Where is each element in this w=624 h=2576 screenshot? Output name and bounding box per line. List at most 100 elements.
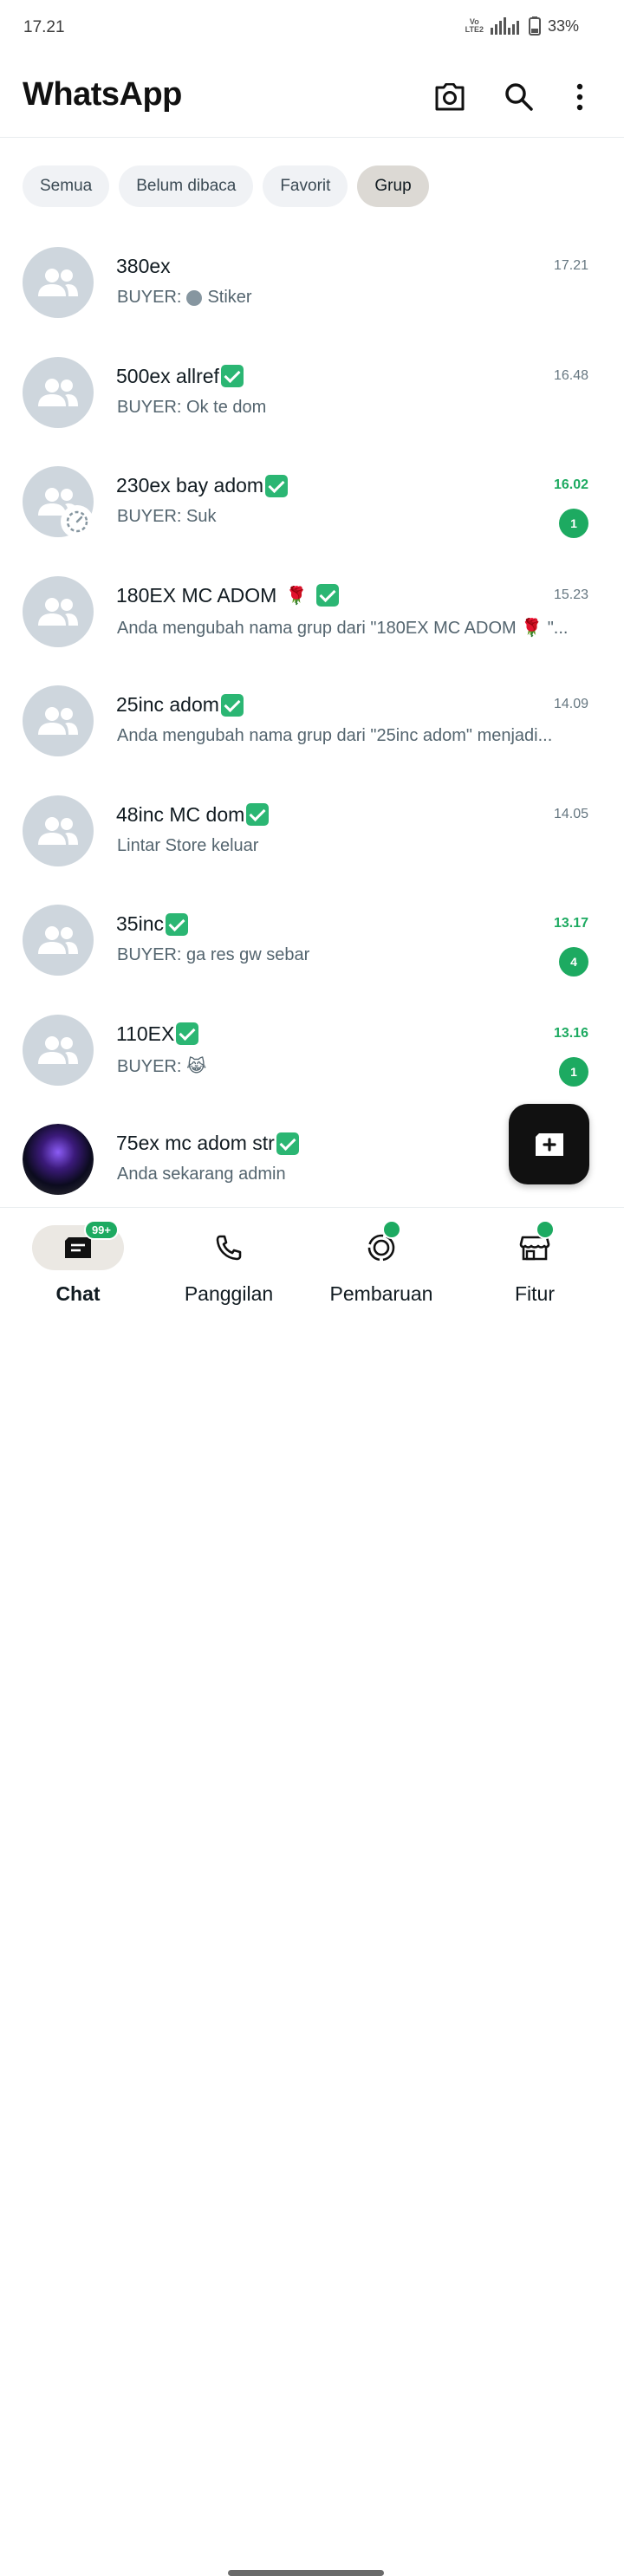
group-icon — [38, 926, 78, 954]
nav-chat-pill: 99+ — [32, 1220, 124, 1270]
group-icon — [38, 1035, 78, 1064]
chat-row[interactable]: 110EX BUYER: 😹 13.16 1 — [0, 995, 624, 1105]
group-icon — [38, 269, 78, 296]
group-icon — [38, 378, 78, 406]
unread-count-badge: 4 — [559, 947, 588, 977]
chat-time: 16.48 — [553, 367, 588, 383]
nav-chat-label: Chat — [55, 1282, 101, 1305]
sticker-icon — [186, 289, 203, 306]
filter-chip-grup[interactable]: Grup — [357, 165, 429, 207]
nav-calls-label: Panggilan — [184, 1282, 274, 1305]
verified-check-icon — [265, 474, 289, 497]
nav-features-label: Fitur — [515, 1282, 555, 1305]
bottom-navigation: 99+ Chat Panggilan Pembaruan Fitur — [0, 1207, 624, 2576]
chat-name: 180EX MC ADOM 🌹 — [116, 584, 340, 607]
chat-name: 500ex allref — [116, 365, 244, 388]
chat-row[interactable]: 48inc MC dom Lintar Store keluar 14.05 — [0, 775, 624, 886]
group-avatar[interactable] — [23, 685, 94, 756]
filter-chip-favorit[interactable]: Favorit — [263, 165, 348, 207]
chat-row[interactable]: 500ex allref BUYER: Ok te dom 16.48 — [0, 337, 624, 447]
chat-preview: BUYER: Suk — [117, 507, 217, 526]
chat-preview: Anda mengubah nama grup dari "180EX MC A… — [117, 618, 569, 638]
chat-preview: Anda mengubah nama grup dari "25inc adom… — [117, 726, 553, 745]
signal-icon — [490, 17, 519, 35]
chat-time: 15.23 — [553, 587, 588, 602]
chat-preview: BUYER: Ok te dom — [117, 397, 267, 417]
chat-sender: BUYER: — [117, 288, 182, 307]
nav-features[interactable]: Fitur — [457, 1208, 613, 1306]
nav-calls[interactable]: Panggilan — [151, 1208, 307, 1306]
filter-chips: Semua Belum dibaca Favorit Grup — [23, 165, 429, 207]
group-avatar[interactable] — [23, 795, 94, 866]
avatar-image — [23, 1124, 94, 1195]
chat-row[interactable]: 35inc BUYER: ga res gw sebar 13.17 4 — [0, 885, 624, 995]
chat-name: 35inc — [116, 912, 188, 936]
nav-calls-pill — [183, 1225, 275, 1270]
status-indicators: Vo LTE2 33% — [465, 16, 579, 36]
chat-time: 14.05 — [553, 806, 588, 821]
new-chat-button[interactable] — [509, 1104, 589, 1184]
battery-percent: 33% — [547, 16, 579, 35]
chat-preview: BUYER: ga res gw sebar — [117, 945, 310, 964]
more-vert-icon[interactable] — [561, 78, 599, 116]
nav-updates[interactable]: Pembaruan — [303, 1208, 459, 1306]
group-avatar[interactable] — [23, 1014, 94, 1086]
home-indicator[interactable] — [228, 2570, 384, 2576]
nav-chat[interactable]: 99+ Chat — [0, 1208, 156, 1306]
chat-time: 17.21 — [553, 258, 588, 273]
search-icon[interactable] — [500, 78, 538, 116]
group-icon — [38, 707, 78, 735]
network-label: Vo LTE2 — [465, 17, 484, 34]
unread-count-badge: 1 — [559, 1056, 588, 1087]
chat-row[interactable]: 230ex bay adom BUYER: Suk 16.02 1 — [0, 446, 624, 556]
chat-list: 380ex BUYER: Stiker 17.21 500ex allref B… — [0, 227, 624, 1206]
group-avatar[interactable] — [23, 247, 94, 318]
group-avatar[interactable] — [23, 356, 94, 428]
phone-icon — [216, 1235, 242, 1261]
profile-avatar[interactable] — [23, 1124, 94, 1195]
unread-count-badge: 1 — [559, 509, 588, 538]
chat-icon — [65, 1237, 91, 1258]
features-dot — [536, 1220, 555, 1239]
verified-check-icon — [176, 1022, 199, 1045]
verified-check-icon — [316, 584, 340, 607]
chat-unread-badge: 99+ — [83, 1220, 119, 1240]
chat-preview-text: Stiker — [207, 288, 252, 307]
verified-check-icon — [246, 803, 270, 826]
verified-check-icon — [276, 1132, 299, 1155]
chat-name: 75ex mc adom str — [116, 1132, 299, 1155]
chat-row[interactable]: 180EX MC ADOM 🌹 Anda mengubah nama grup … — [0, 556, 624, 666]
filter-chip-belum-dibaca[interactable]: Belum dibaca — [119, 165, 254, 207]
group-avatar[interactable] — [23, 905, 94, 976]
status-bar: 17.21 Vo LTE2 33% — [0, 0, 624, 55]
group-avatar[interactable] — [23, 575, 94, 647]
verified-check-icon — [165, 912, 188, 936]
battery-icon — [528, 16, 541, 36]
nav-updates-label: Pembaruan — [329, 1282, 433, 1305]
chat-name: 25inc adom — [116, 693, 244, 717]
chat-name: 110EX — [116, 1022, 199, 1046]
new-chat-icon — [535, 1132, 563, 1156]
rose-icon: 🌹 — [285, 586, 308, 606]
chat-preview: BUYER: Stiker — [117, 288, 585, 308]
chat-time: 13.17 — [553, 916, 588, 931]
chat-name: 380ex — [116, 255, 171, 277]
chat-preview: BUYER: 😹 — [117, 1056, 207, 1076]
verified-check-icon — [220, 365, 244, 387]
chat-time: 16.02 — [553, 477, 588, 492]
verified-check-icon — [220, 693, 244, 717]
nav-updates-pill — [335, 1220, 427, 1270]
chat-time: 13.16 — [553, 1025, 588, 1041]
chat-name: 48inc MC dom — [116, 803, 270, 827]
chat-row[interactable]: 25inc adom Anda mengubah nama grup dari … — [0, 665, 624, 775]
chat-row[interactable]: 380ex BUYER: Stiker 17.21 — [0, 227, 624, 337]
camera-icon[interactable] — [431, 78, 469, 116]
group-icon — [38, 597, 78, 626]
chat-time: 14.09 — [553, 697, 588, 711]
group-icon — [38, 816, 78, 845]
updates-dot — [382, 1220, 401, 1239]
app-title: WhatsApp — [23, 76, 182, 113]
status-time: 17.21 — [23, 18, 65, 36]
chat-preview: Lintar Store keluar — [117, 835, 259, 855]
filter-chip-semua[interactable]: Semua — [23, 165, 110, 207]
